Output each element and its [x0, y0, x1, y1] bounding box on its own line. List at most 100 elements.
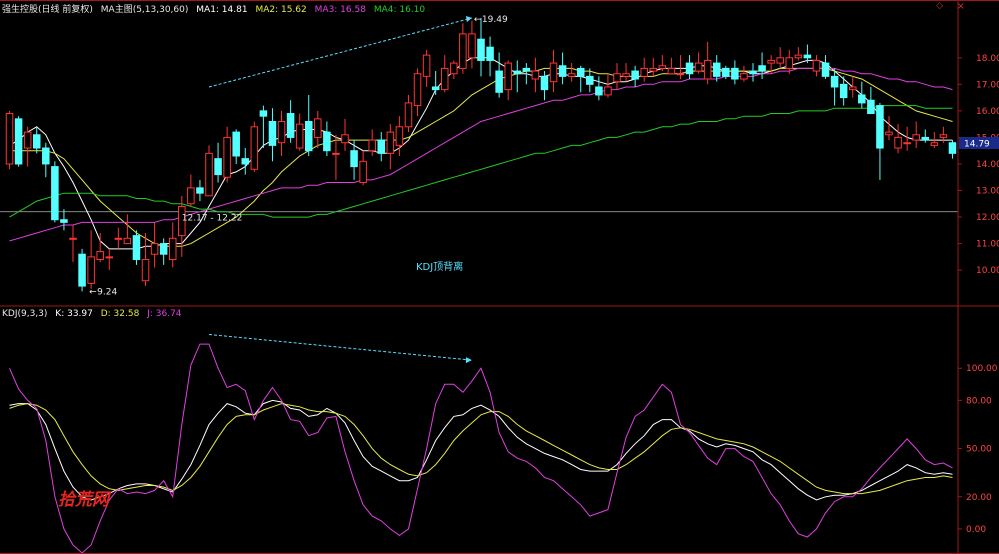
candle-body — [504, 62, 512, 91]
arrow-head-price — [465, 15, 472, 22]
candle-body — [232, 131, 240, 157]
ma-line-ma1 — [9, 57, 953, 250]
low-arrow-icon: ← — [89, 287, 97, 297]
ma1-value: MA1: 14.81 — [196, 5, 248, 15]
kdj-line-d — [9, 403, 953, 495]
candle — [196, 179, 204, 202]
candle-body — [712, 62, 721, 77]
candle — [87, 230, 95, 289]
candle — [731, 60, 739, 85]
candle — [858, 81, 866, 109]
candle-body — [295, 123, 304, 149]
candle-body — [168, 237, 177, 261]
candle — [613, 63, 621, 90]
candle — [830, 68, 839, 106]
candle — [685, 55, 694, 80]
d-value: D: 32.58 — [100, 309, 140, 319]
candle — [450, 60, 458, 80]
candle-body — [368, 139, 376, 152]
candle-body — [14, 118, 23, 165]
candle — [314, 110, 322, 149]
restore-icon[interactable]: ◇ — [936, 1, 943, 11]
candle — [531, 57, 540, 93]
close-icon[interactable]: × — [957, 1, 965, 12]
candle — [640, 57, 648, 82]
kdj-panel: 0.00 20.00 50.00 80.00 100.00 — [9, 343, 998, 554]
candle-body — [903, 142, 911, 145]
candle-body — [60, 219, 68, 223]
candle — [712, 55, 721, 82]
candle-body — [150, 243, 159, 255]
candle-body — [196, 187, 204, 194]
candle-body — [703, 59, 712, 80]
candle — [141, 232, 150, 287]
high-price-label: 19.49 — [482, 15, 508, 25]
candle-body — [5, 113, 14, 165]
candle-body — [395, 126, 404, 146]
range-label: 12.17 - 12.22 — [182, 214, 243, 224]
candle — [232, 129, 240, 164]
candle — [277, 110, 286, 156]
candle-body — [848, 86, 857, 91]
candle-body — [531, 70, 540, 80]
candle — [259, 105, 268, 149]
candle — [513, 60, 522, 93]
candle-body — [78, 253, 86, 287]
price-tick-label: 14.00 — [976, 160, 999, 170]
candle-body — [858, 94, 866, 104]
candle — [5, 110, 14, 170]
candle — [903, 126, 911, 151]
candle-body — [758, 65, 766, 72]
candle-body — [105, 256, 114, 259]
candle — [78, 248, 86, 292]
candle-body — [132, 235, 141, 261]
divergence-arrow-kdj — [208, 333, 472, 361]
candle — [459, 23, 467, 74]
candle-body — [114, 237, 123, 240]
j-value: J: 36.74 — [147, 309, 182, 319]
candle-body — [867, 99, 875, 115]
price-tick-label: 10.00 — [976, 266, 999, 276]
candle — [576, 65, 585, 93]
candle — [14, 116, 23, 167]
candle-body — [250, 126, 259, 170]
candle — [377, 132, 386, 162]
candle — [268, 108, 277, 162]
candle-body — [595, 86, 603, 96]
candle-body — [205, 152, 213, 197]
candle — [168, 222, 177, 268]
ma-line-ma2 — [9, 67, 953, 247]
candle-body — [576, 67, 585, 77]
candle-body — [214, 158, 222, 176]
candle — [440, 55, 449, 93]
candle-body — [749, 70, 757, 75]
candle-body — [32, 134, 41, 149]
candle-body — [314, 118, 322, 138]
candle-body — [649, 67, 658, 72]
candle — [912, 121, 920, 149]
candle — [694, 52, 703, 74]
candle-body — [731, 67, 739, 80]
candle — [304, 94, 313, 156]
candle-body — [431, 86, 440, 91]
candle-body — [223, 136, 231, 178]
candle — [368, 129, 376, 156]
candle — [350, 140, 358, 180]
candle — [96, 232, 104, 263]
candle-body — [604, 86, 612, 96]
ma4-value: MA4: 16.10 — [373, 5, 426, 15]
stock-chart: 10.0011.0012.0013.0014.0015.0016.0017.00… — [0, 0, 999, 554]
candle — [848, 76, 857, 98]
candle — [486, 36, 494, 77]
price-tick-label: 17.00 — [976, 80, 999, 90]
candle — [159, 238, 168, 265]
candle-body — [876, 105, 884, 149]
watermark: 拾荒网 — [58, 490, 112, 510]
candle-body — [767, 59, 775, 64]
candle-body — [332, 152, 340, 155]
kdj-tick-label: 50.00 — [966, 445, 992, 455]
candle-body — [812, 59, 821, 72]
candle — [386, 124, 395, 170]
candle-body — [912, 134, 920, 141]
candle-body — [930, 142, 939, 146]
